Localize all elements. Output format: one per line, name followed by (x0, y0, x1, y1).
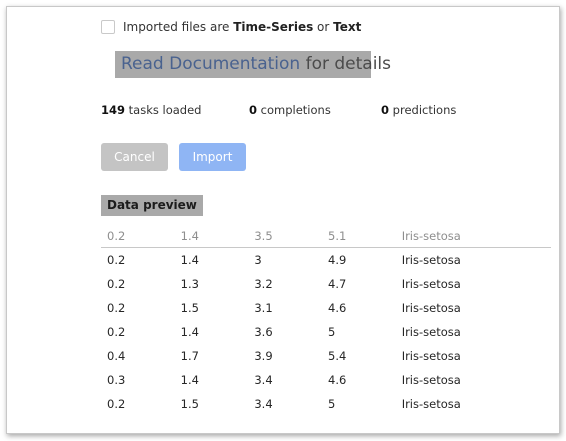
timeseries-option: Imported files are Time-Series or Text (101, 20, 361, 34)
table-cell: 0.2 (107, 253, 126, 267)
table-cell: 5 (328, 397, 336, 411)
table-row: 0.4 1.7 3.9 5.4 Iris-setosa (101, 344, 551, 368)
table-cell: Iris-setosa (401, 325, 461, 339)
table-cell: 1.7 (180, 349, 199, 363)
table-cell: Iris-setosa (401, 373, 461, 387)
table-cell: 0.3 (107, 373, 126, 387)
table-cell: Iris-setosa (401, 349, 461, 363)
completions-stat: 0 completions (249, 103, 331, 117)
cancel-button[interactable]: Cancel (101, 143, 168, 171)
table-header-row: 0.2 1.4 3.5 5.1 Iris-setosa (101, 225, 551, 248)
table-cell: Iris-setosa (401, 277, 461, 291)
table-cell: 1.4 (180, 373, 199, 387)
table-cell: 5 (328, 325, 336, 339)
data-preview-table: 0.2 1.4 3.5 5.1 Iris-setosa 0.2 1.4 3 4.… (101, 225, 551, 416)
table-cell: 1.4 (180, 325, 199, 339)
table-cell: 3.1 (254, 301, 273, 315)
table-row: 0.2 1.4 3 4.9 Iris-setosa (101, 248, 551, 273)
table-cell: 3.2 (254, 277, 273, 291)
import-button[interactable]: Import (179, 143, 246, 171)
table-cell: 4.6 (328, 301, 347, 315)
table-cell: 0.2 (107, 325, 126, 339)
table-cell: Iris-setosa (401, 253, 461, 267)
table-cell: 4.7 (328, 277, 347, 291)
table-cell: Iris-setosa (401, 301, 461, 315)
read-documentation-link[interactable]: Read Documentation (121, 54, 300, 74)
table-cell: 4.6 (328, 373, 347, 387)
table-cell: 3.4 (254, 397, 273, 411)
table-cell: 5.4 (328, 349, 347, 363)
table-cell: 1.4 (180, 253, 199, 267)
table-cell: 0.2 (107, 301, 126, 315)
table-row: 0.3 1.4 3.4 4.6 Iris-setosa (101, 368, 551, 392)
table-cell: 0.4 (107, 349, 126, 363)
table-cell: 3 (254, 253, 262, 267)
column-header: 3.5 (248, 225, 323, 248)
table-cell: 0.2 (107, 397, 126, 411)
table-row: 0.2 1.5 3.1 4.6 Iris-setosa (101, 296, 551, 320)
table-cell: 4.9 (328, 253, 347, 267)
column-header: Iris-setosa (395, 225, 551, 248)
documentation-banner: Read Documentation for details (115, 51, 391, 78)
table-cell: 3.6 (254, 325, 273, 339)
screenshot-frame: Imported files are Time-Series or Text R… (6, 6, 560, 434)
table-row: 0.2 1.5 3.4 5 Iris-setosa (101, 392, 551, 416)
tasks-loaded-stat: 149 tasks loaded (101, 103, 202, 117)
table-cell: 0.2 (107, 277, 126, 291)
table-cell: 3.4 (254, 373, 273, 387)
table-row: 0.2 1.3 3.2 4.7 Iris-setosa (101, 272, 551, 296)
data-preview-title: Data preview (101, 195, 203, 216)
import-stats: 149 tasks loaded 0 completions 0 predict… (101, 103, 521, 119)
table-cell: 1.3 (180, 277, 199, 291)
table-cell: 1.5 (180, 397, 199, 411)
column-header: 1.4 (174, 225, 249, 248)
import-panel: Imported files are Time-Series or Text R… (27, 7, 551, 433)
timeseries-checkbox[interactable] (101, 20, 115, 34)
predictions-stat: 0 predictions (381, 103, 457, 117)
column-header: 5.1 (322, 225, 396, 248)
timeseries-option-label: Imported files are Time-Series or Text (123, 20, 362, 34)
column-header: 0.2 (101, 225, 175, 248)
table-cell: 1.5 (180, 301, 199, 315)
table-cell: 3.9 (254, 349, 273, 363)
documentation-suffix: for details (300, 54, 392, 74)
table-row: 0.2 1.4 3.6 5 Iris-setosa (101, 320, 551, 344)
table-cell: Iris-setosa (401, 397, 461, 411)
